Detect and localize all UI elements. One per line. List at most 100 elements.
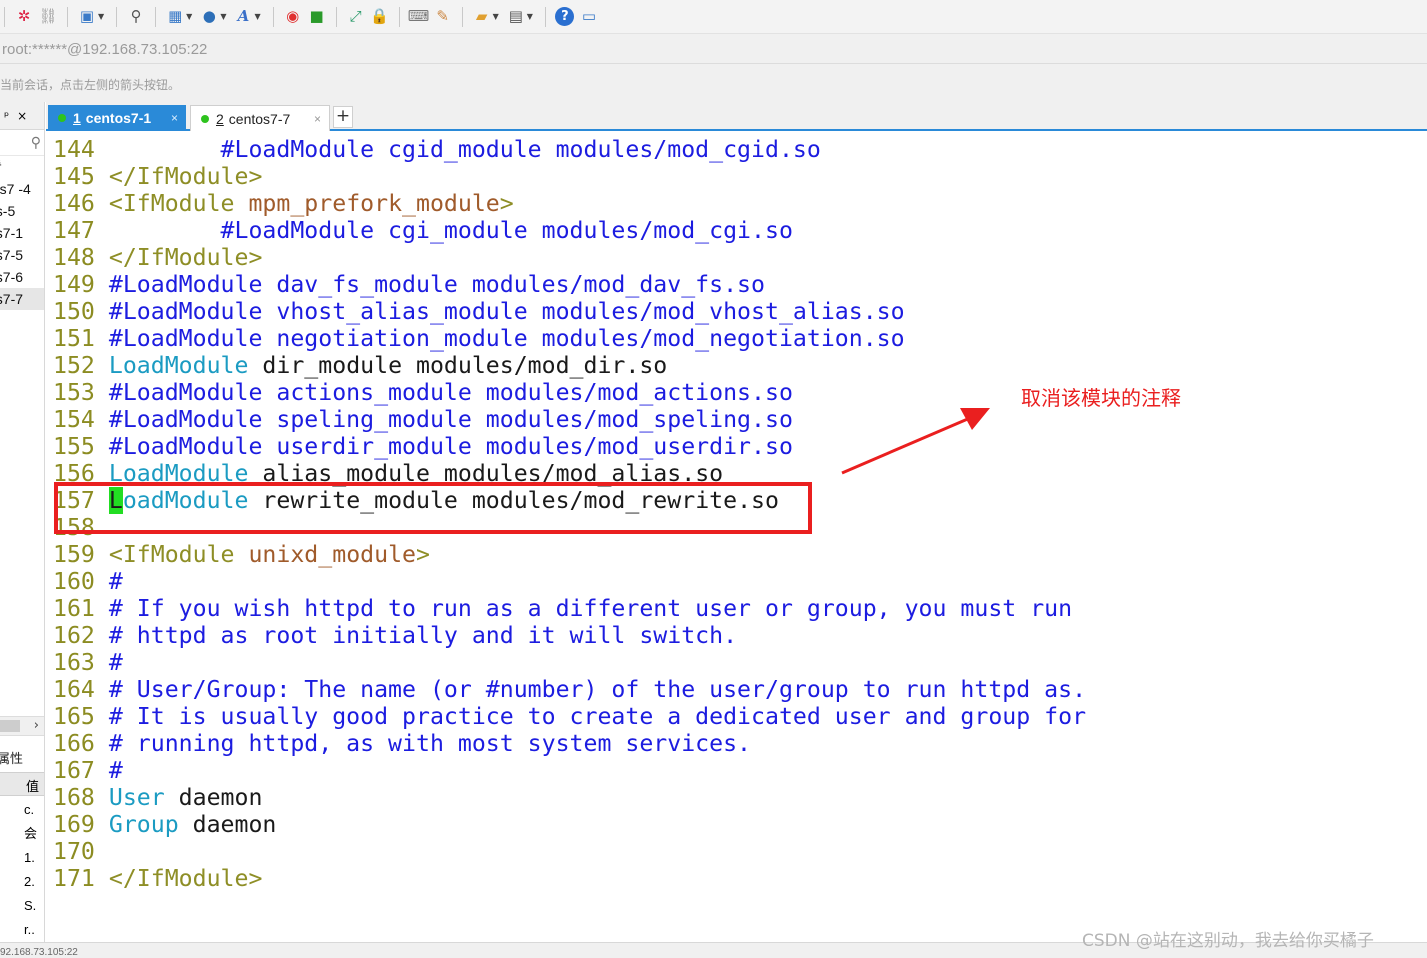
- line-number: 162: [53, 622, 95, 649]
- code-token: #LoadModule cgi_module modules/mod_cgi.s…: [108, 217, 793, 244]
- code-token: #LoadModule negotiation_module modules/m…: [108, 325, 905, 352]
- code-token: daemon: [178, 811, 277, 838]
- toolbar-separator: [544, 6, 546, 27]
- line-number: 165: [53, 703, 95, 730]
- annotation-arrow-icon: [841, 408, 990, 475]
- code-token: #LoadModule userdir_module modules/mod_u…: [108, 433, 793, 460]
- tab-bar: 1 centos7-1 × 2 centos7-7 × +: [46, 102, 1427, 131]
- code-token: Group: [108, 811, 179, 838]
- lock-icon[interactable]: 🔒: [369, 6, 391, 28]
- tab-centos7-7[interactable]: 2 centos7-7 ×: [190, 105, 330, 131]
- terminal-line: 149 #LoadModule dav_fs_module modules/mo…: [53, 271, 765, 298]
- property-row: S.: [24, 898, 37, 913]
- session-item[interactable]: os-5: [0, 200, 44, 222]
- scrollbar-thumb[interactable]: [0, 720, 20, 732]
- layout-icon[interactable]: ▦: [164, 6, 186, 28]
- search-icon[interactable]: ⚲: [0, 130, 44, 156]
- code-token: </IfModule>: [108, 244, 263, 271]
- pin-icon[interactable]: ᵖ: [4, 109, 9, 123]
- session-address: root:******@192.168.73.105:22: [0, 34, 1427, 64]
- terminal-line: 165 # It is usually good practice to cre…: [53, 703, 1086, 730]
- code-token: <IfModule: [108, 541, 249, 568]
- sessions-icon[interactable]: ✲: [13, 6, 35, 28]
- session-item[interactable]: tos7 -4: [0, 178, 44, 200]
- line-number: 144: [53, 136, 95, 163]
- line-number: 164: [53, 676, 95, 703]
- record-icon[interactable]: ◉: [282, 6, 304, 28]
- line-number: 149: [53, 271, 95, 298]
- terminal-line: 160 #: [53, 568, 123, 595]
- toolbar-separator: [335, 6, 337, 27]
- toolbar-separator: [398, 6, 400, 27]
- link-icon[interactable]: ⛓: [37, 6, 59, 28]
- chevron-down-icon[interactable]: ▼: [493, 12, 499, 21]
- toolbar-separator: [272, 6, 274, 27]
- terminal-line: 154 #LoadModule speling_module modules/m…: [53, 406, 793, 433]
- line-number: 161: [53, 595, 95, 622]
- scroll-right-icon[interactable]: ›: [34, 718, 39, 733]
- code-token: # User/Group: The name (or #number) of t…: [108, 676, 1087, 703]
- search-icon[interactable]: ⚲: [125, 6, 147, 28]
- terminal-line: 151 #LoadModule negotiation_module modul…: [53, 325, 905, 352]
- terminal-line: 147 #LoadModule cgi_module modules/mod_c…: [53, 217, 793, 244]
- add-folder-icon[interactable]: ▰: [471, 6, 493, 28]
- terminal-output[interactable]: 144 #LoadModule cgid_module modules/mod_…: [46, 131, 1427, 942]
- terminal-line: 148 </IfModule>: [53, 244, 262, 271]
- chevron-down-icon[interactable]: ▼: [527, 12, 533, 21]
- chevron-down-icon[interactable]: ▼: [186, 12, 192, 21]
- font-icon[interactable]: A: [232, 6, 254, 28]
- code-token: # running httpd, as with most system ser…: [108, 730, 752, 757]
- session-item[interactable]: os7-5: [0, 244, 44, 266]
- close-icon[interactable]: ×: [314, 112, 321, 126]
- tab-centos7-1[interactable]: 1 centos7-1 ×: [48, 105, 186, 131]
- add-tab-button[interactable]: +: [333, 106, 353, 128]
- annotation-text: 取消该模块的注释: [1021, 386, 1181, 410]
- line-number: 160: [53, 568, 95, 595]
- pen-icon[interactable]: ✎: [432, 6, 454, 28]
- chevron-down-icon[interactable]: ▼: [220, 12, 226, 21]
- session-item[interactable]: os7-6: [0, 266, 44, 288]
- session-item[interactable]: os7-1: [0, 222, 44, 244]
- chat-icon[interactable]: ▭: [578, 6, 600, 28]
- highlight-box: [54, 482, 812, 534]
- tab-number: 2: [216, 110, 224, 127]
- code-token: </IfModule>: [108, 865, 263, 892]
- code-token: </IfModule>: [108, 163, 263, 190]
- line-number: 147: [53, 217, 95, 244]
- layout-grid-icon[interactable]: ▤: [505, 6, 527, 28]
- session-hint: 当前会话，点击左侧的箭头按钮。: [0, 64, 1427, 102]
- property-row: r..: [24, 922, 35, 937]
- code-token: daemon: [164, 784, 263, 811]
- terminal-line: 164 # User/Group: The name (or #number) …: [53, 676, 1086, 703]
- terminal-line: 150 #LoadModule vhost_alias_module modul…: [53, 298, 905, 325]
- chevron-down-icon[interactable]: ▼: [254, 12, 260, 21]
- script-icon[interactable]: ■: [306, 6, 328, 28]
- code-token: #LoadModule speling_module modules/mod_s…: [108, 406, 793, 433]
- property-row: 会: [24, 826, 38, 841]
- new-window-icon[interactable]: ▣: [76, 6, 98, 28]
- keyboard-icon[interactable]: ⌨: [408, 6, 430, 28]
- code-token: # It is usually good practice to create …: [108, 703, 1087, 730]
- terminal-line: 152 LoadModule dir_module modules/mod_di…: [53, 352, 667, 379]
- globe-icon[interactable]: ●: [198, 6, 220, 28]
- toolbar: ✲ ⛓ ▣ ▼ ⚲ ▦ ▼ ● ▼ A ▼ ◉ ■ ⤢ 🔒 ⌨ ✎ ▰ ▼ ▤ ▼ ? ▭: [0, 0, 1427, 34]
- session-list: 看tos7 -4os-5os7-1os7-5os7-6os7-7: [0, 156, 44, 310]
- close-icon[interactable]: ×: [17, 109, 27, 123]
- horizontal-scrollbar[interactable]: ›: [0, 716, 44, 736]
- toolbar-separator: [116, 6, 118, 27]
- terminal-line: 168 User daemon: [53, 784, 262, 811]
- fullscreen-icon[interactable]: ⤢: [345, 6, 367, 28]
- code-token: # If you wish httpd to run as a differen…: [108, 595, 1073, 622]
- session-item[interactable]: 看: [0, 156, 44, 178]
- tab-number: 1: [73, 110, 81, 126]
- help-icon[interactable]: ?: [554, 6, 576, 28]
- code-token: #: [108, 757, 123, 784]
- chevron-down-icon[interactable]: ▼: [98, 12, 104, 21]
- watermark: CSDN @站在这别动，我去给你买橘子: [1082, 931, 1374, 951]
- session-item[interactable]: os7-7: [0, 288, 44, 310]
- properties-list: c. 会 1. 2. S. r..: [24, 798, 44, 942]
- close-icon[interactable]: ×: [171, 111, 178, 125]
- terminal-line: 144 #LoadModule cgid_module modules/mod_…: [53, 136, 821, 163]
- line-number: 148: [53, 244, 95, 271]
- property-row: c.: [24, 802, 35, 817]
